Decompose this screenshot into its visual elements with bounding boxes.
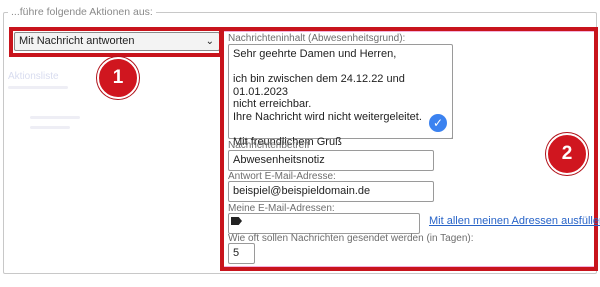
faded-bar <box>8 86 68 89</box>
subject-input[interactable]: Abwesenheitsnotiz <box>228 150 434 171</box>
highlight-box-action <box>9 27 223 57</box>
fill-all-addresses-link[interactable]: Mit allen meinen Adressen ausfüllen <box>429 215 600 227</box>
frequency-label: Wie oft sollen Nachrichten gesendet werd… <box>228 233 474 244</box>
fieldset-legend: ...führe folgende Aktionen aus: <box>8 6 156 18</box>
step-badge-2: 2 <box>546 133 588 175</box>
checkmark-icon: ✓ <box>429 114 447 132</box>
resize-handle-icon[interactable] <box>445 131 453 139</box>
message-label: Nachrichteninhalt (Abwesenheitsgrund): <box>228 33 406 44</box>
my-addresses-input[interactable] <box>228 213 420 234</box>
faded-list-label: Aktionsliste <box>8 71 59 82</box>
reply-address-input[interactable]: beispiel@beispieldomain.de <box>228 181 434 202</box>
step-badge-1: 1 <box>97 57 139 99</box>
faded-bar <box>30 116 80 119</box>
message-textarea[interactable]: Sehr geehrte Damen und Herren, ich bin z… <box>228 44 453 148</box>
faded-bar <box>30 126 70 129</box>
frequency-input[interactable]: 5 <box>228 243 255 264</box>
